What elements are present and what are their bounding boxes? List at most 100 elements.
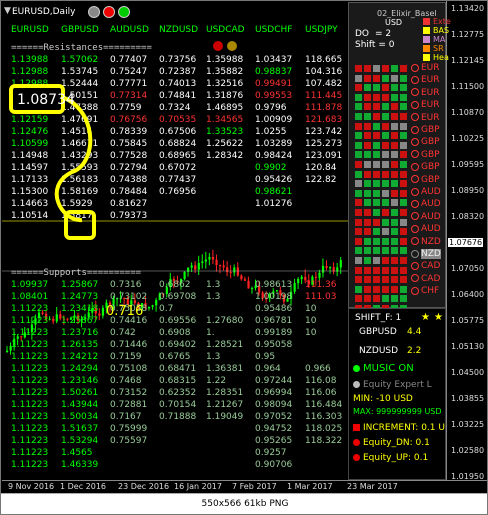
symbol-item[interactable]: EUR: [411, 88, 440, 98]
support-cell: 0.95486: [255, 304, 293, 314]
symbol-label: NZD: [421, 249, 441, 259]
strength-cell: [382, 247, 389, 255]
support-cell: 1.22: [206, 376, 227, 386]
equity-expert-row[interactable]: Equity Expert L: [353, 380, 432, 390]
window-button-green[interactable]: [118, 6, 130, 18]
window-button-red[interactable]: [103, 6, 115, 18]
symbol-item[interactable]: EUR: [411, 75, 440, 85]
strength-cell: [400, 151, 407, 159]
symbol-item[interactable]: EUR: [411, 113, 440, 123]
strength-cell: [355, 228, 362, 236]
panel-currency: USD: [385, 18, 403, 27]
symbol-item[interactable]: CAD: [411, 261, 440, 271]
strength-cell: [391, 74, 398, 82]
symbol-item[interactable]: GBP: [411, 125, 440, 135]
symbol-status-icon: [411, 274, 419, 283]
support-cell: 0.71888: [159, 412, 197, 422]
strength-cell: [400, 199, 407, 207]
dropdown-arrow-icon[interactable]: ▼: [4, 6, 12, 18]
strength-cell: [373, 161, 380, 168]
symbol-item[interactable]: GBP: [411, 137, 440, 147]
strength-cell: [391, 170, 398, 178]
support-cell: 116.06: [305, 388, 337, 398]
strength-cell: [391, 266, 398, 274]
strength-cell: [382, 161, 389, 168]
support-cell: 0.742: [110, 328, 136, 338]
indicator-label[interactable]: MA: [423, 35, 445, 44]
symbol-label: GBP: [421, 162, 440, 173]
support-cell: 0.97052: [255, 412, 293, 422]
increment-row[interactable]: INCREMENT: 0.1 U: [353, 423, 445, 433]
symbol-status-icon: [411, 137, 419, 146]
price-tick: 1.02580: [451, 446, 485, 455]
strength-cell: [400, 84, 407, 92]
resistance-cell: 123.091: [305, 151, 343, 161]
support-cell: 116.08: [305, 376, 337, 386]
symbol-item[interactable]: NZD: [411, 249, 441, 259]
window-button-gray[interactable]: [88, 6, 100, 18]
symbol-status-icon: [411, 150, 419, 159]
symbol-item[interactable]: GBP: [411, 162, 440, 172]
strength-cell: [364, 113, 371, 120]
support-cell: 1.11223: [11, 424, 49, 434]
support-cell: 118.025: [305, 424, 343, 434]
star-icon[interactable]: ★: [421, 312, 430, 323]
support-cell: 0.7316: [110, 280, 142, 290]
indicator-label[interactable]: BAS: [423, 26, 449, 35]
symbol-item[interactable]: EUR: [411, 100, 440, 110]
resistance-cell: 0.74013: [159, 79, 197, 89]
symbol-label: GBP: [421, 125, 440, 135]
strength-cell: [391, 151, 398, 159]
support-cell: 1.11223: [11, 328, 49, 338]
date-tick: 16 Jan 2017: [174, 482, 222, 491]
indicator-label[interactable]: SR: [423, 44, 444, 53]
resistance-cell: 0.77437: [159, 175, 197, 185]
resistance-cell: 1.32516: [206, 79, 244, 89]
support-cell: 0.72881: [110, 400, 148, 410]
symbol-item[interactable]: GBP: [411, 175, 440, 185]
symbol-item[interactable]: AUD: [411, 212, 441, 222]
symbol-item[interactable]: CHF: [411, 286, 439, 296]
support-cell: 0.7: [159, 304, 174, 314]
strength-cell: [391, 132, 398, 140]
indicator-label[interactable]: Exte: [423, 17, 451, 26]
music-toggle[interactable]: MUSIC ON: [353, 363, 414, 374]
pair-name-2[interactable]: NZDUSD: [359, 346, 398, 356]
strength-cell: [373, 199, 380, 207]
strength-cell: [391, 247, 398, 255]
pair-name-1[interactable]: GBPUSD: [359, 327, 397, 337]
indicator-label[interactable]: Hea: [423, 53, 449, 62]
do-value: = 2: [375, 29, 392, 39]
price-axis: 1.13420 1.12775 1.12145 1.11500 1.10870 1.102…: [446, 1, 487, 481]
support-cell: 10: [305, 304, 317, 314]
equity-dn-row[interactable]: Equity_DN: 0.1: [353, 438, 430, 448]
symbol-status-icon: [411, 224, 419, 233]
support-cell: 116.303: [305, 412, 343, 422]
resistance-cell: 0.68824: [159, 139, 197, 149]
symbol-item[interactable]: GBP: [411, 150, 440, 160]
strength-cell: [391, 237, 398, 245]
symbol-item[interactable]: AUD: [411, 187, 441, 197]
resistance-cell: 0.67072: [159, 163, 197, 173]
symbol-item[interactable]: AUD: [411, 224, 441, 234]
support-cell: 1.23418: [61, 304, 99, 314]
symbol-item[interactable]: EUR: [411, 63, 440, 73]
equity-up-row[interactable]: Equity_UP: 0.1: [353, 453, 428, 463]
resistance-cell: 0.95426: [255, 175, 293, 185]
symbol-item[interactable]: NZD: [411, 237, 441, 247]
support-cell: 1.50261: [61, 388, 99, 398]
callout-value: 1.08734: [17, 92, 75, 108]
star-icon[interactable]: ★: [434, 312, 443, 323]
strength-cell: [382, 276, 389, 284]
support-cell: 0.95058: [255, 340, 293, 350]
strength-cell: [364, 103, 371, 111]
strength-cell: [382, 122, 389, 130]
strength-cell: [355, 189, 362, 197]
symbol-item[interactable]: AUD: [411, 199, 441, 209]
strength-cell: [382, 285, 389, 293]
price-tick: 1.04500: [451, 368, 485, 377]
symbol-item[interactable]: CAD: [411, 274, 440, 284]
strength-cell: [364, 93, 371, 101]
support-cell: 1.24773: [61, 292, 99, 302]
strength-cell: [391, 257, 398, 264]
